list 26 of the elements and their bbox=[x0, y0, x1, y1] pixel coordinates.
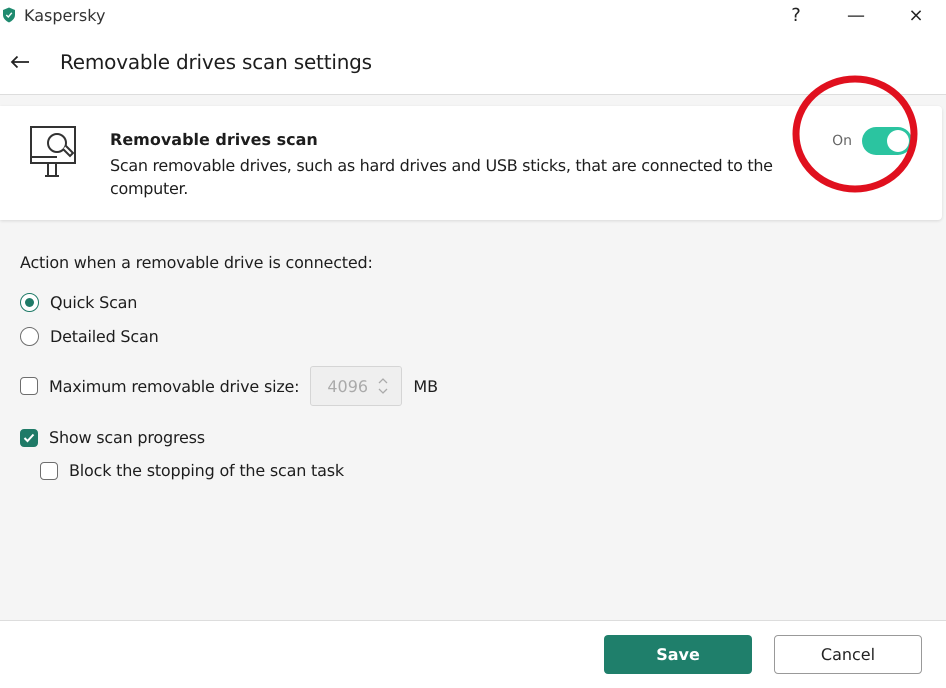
radio-button[interactable] bbox=[20, 327, 39, 346]
unit-label: MB bbox=[413, 376, 438, 396]
minimize-button[interactable]: — bbox=[826, 0, 886, 30]
feature-description: Scan removable drives, such as hard drives and USB sticks, that are connected to the computer. bbox=[110, 155, 774, 200]
checkbox[interactable] bbox=[40, 462, 58, 480]
window-title: Kaspersky bbox=[24, 6, 106, 24]
toggle-switch[interactable] bbox=[862, 127, 912, 155]
close-button[interactable]: × bbox=[886, 0, 946, 30]
checkbox[interactable] bbox=[20, 428, 38, 446]
back-button[interactable] bbox=[10, 55, 30, 69]
toggle-label: On bbox=[832, 133, 852, 149]
checkbox-label: Maximum removable drive size: bbox=[49, 376, 300, 396]
save-button[interactable]: Save bbox=[604, 635, 752, 674]
back-arrow-icon bbox=[10, 55, 30, 69]
page-title: Removable drives scan settings bbox=[60, 50, 372, 74]
feature-title: Removable drives scan bbox=[110, 130, 319, 149]
radio-label: Quick Scan bbox=[50, 293, 138, 312]
help-button[interactable]: ? bbox=[766, 0, 826, 30]
checkmark-icon bbox=[23, 432, 35, 442]
radio-button[interactable] bbox=[20, 293, 39, 312]
checkbox-label: Show scan progress bbox=[49, 428, 205, 447]
stepper-arrows-icon bbox=[378, 377, 388, 395]
checkbox-label: Block the stopping of the scan task bbox=[69, 461, 344, 480]
cancel-button[interactable]: Cancel bbox=[774, 635, 922, 674]
section-label: Action when a removable drive is connected: bbox=[20, 253, 374, 272]
radio-label: Detailed Scan bbox=[50, 327, 159, 346]
